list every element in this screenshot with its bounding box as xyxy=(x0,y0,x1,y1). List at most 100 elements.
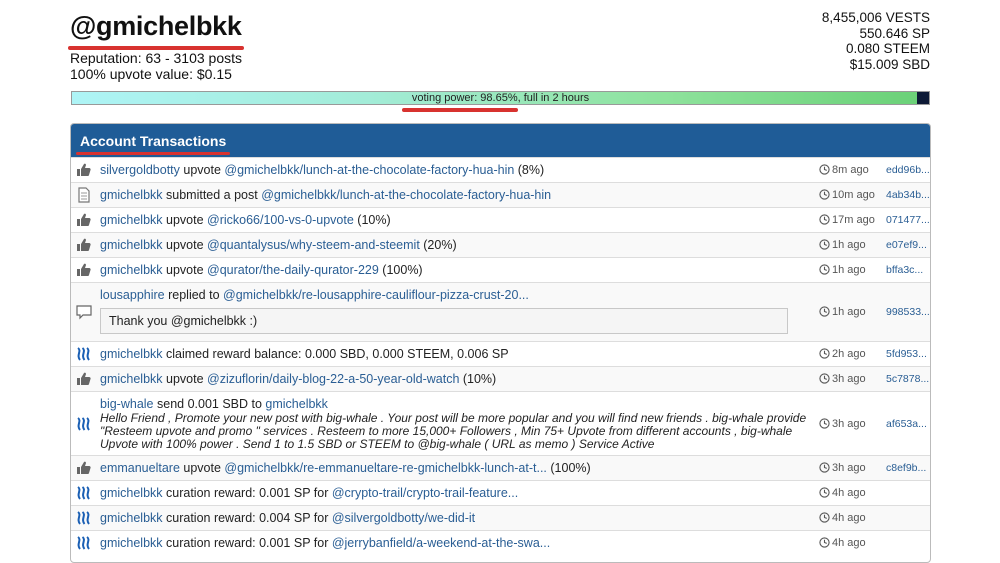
transaction-line: gmichelbkk upvote @zizuflorin/daily-blog… xyxy=(100,371,810,387)
timestamp: 4h ago xyxy=(819,485,866,503)
transaction-text: gmichelbkk claimed reward balance: 0.000… xyxy=(100,346,810,362)
transaction-line: gmichelbkk curation reward: 0.001 SP for… xyxy=(100,535,810,551)
thumbs-up-icon xyxy=(75,236,93,254)
actor-link[interactable]: gmichelbkk xyxy=(100,238,163,252)
transaction-text: gmichelbkk curation reward: 0.001 SP for… xyxy=(100,535,810,551)
tx-hash-link[interactable]: af653a... xyxy=(886,416,927,432)
action-text: submitted a post xyxy=(162,188,262,202)
tx-hash-link[interactable]: bffa3c... xyxy=(886,262,923,278)
reputation-text: Reputation: 63 - 3103 posts xyxy=(70,50,243,66)
transaction-text: gmichelbkk curation reward: 0.001 SP for… xyxy=(100,485,810,501)
reply-quote: Thank you @gmichelbkk :) xyxy=(100,308,788,334)
tx-hash-link[interactable]: 071477... xyxy=(886,212,930,228)
actor-link[interactable]: gmichelbkk xyxy=(100,511,163,525)
voting-power-highlight xyxy=(402,108,518,112)
target-link[interactable]: @jerrybanfield/a-weekend-at-the-swa... xyxy=(332,536,550,550)
transaction-list: silvergoldbotty upvote @gmichelbkk/lunch… xyxy=(71,157,930,555)
account-username[interactable]: @gmichelbkk xyxy=(68,10,244,50)
clock-icon xyxy=(819,306,830,322)
clock-icon xyxy=(819,462,830,478)
target-link[interactable]: gmichelbkk xyxy=(265,397,328,411)
transaction-row: gmichelbkk submitted a post @gmichelbkk/… xyxy=(71,182,930,207)
actor-link[interactable]: gmichelbkk xyxy=(100,213,163,227)
target-link[interactable]: @gmichelbkk/lunch-at-the-chocolate-facto… xyxy=(261,188,551,202)
actor-link[interactable]: gmichelbkk xyxy=(100,188,163,202)
actor-link[interactable]: gmichelbkk xyxy=(100,263,163,277)
voting-power-bar: voting power: 98.65%, full in 2 hours xyxy=(71,91,930,105)
tx-hash-link[interactable]: edd96b... xyxy=(886,162,930,178)
transaction-text: silvergoldbotty upvote @gmichelbkk/lunch… xyxy=(100,162,810,178)
target-link[interactable]: @crypto-trail/crypto-trail-feature... xyxy=(332,486,518,500)
transaction-row: gmichelbkk upvote @qurator/the-daily-qur… xyxy=(71,257,930,282)
clock-icon xyxy=(819,189,830,205)
transaction-text: gmichelbkk upvote @ricko66/100-vs-0-upvo… xyxy=(100,212,810,228)
target-link[interactable]: @gmichelbkk/re-lousapphire-cauliflour-pi… xyxy=(223,288,529,302)
action-text: upvote xyxy=(162,263,208,277)
transaction-row: silvergoldbotty upvote @gmichelbkk/lunch… xyxy=(71,157,930,182)
action-text: upvote xyxy=(162,213,208,227)
thumbs-up-icon xyxy=(75,370,93,388)
tx-hash-link[interactable]: 4ab34b... xyxy=(886,187,930,203)
actor-link[interactable]: silvergoldbotty xyxy=(100,163,180,177)
clock-icon xyxy=(819,537,830,553)
transfer-memo: Hello Friend , Promote your new post wit… xyxy=(100,411,807,451)
target-link[interactable]: @ricko66/100-vs-0-upvote xyxy=(207,213,354,227)
tx-hash-link[interactable]: 998533... xyxy=(886,304,930,320)
transaction-line: silvergoldbotty upvote @gmichelbkk/lunch… xyxy=(100,162,810,178)
target-link[interactable]: @quantalysus/why-steem-and-steemit xyxy=(207,238,420,252)
target-link[interactable]: @zizuflorin/daily-blog-22-a-50-year-old-… xyxy=(207,372,459,386)
timestamp: 3h ago xyxy=(819,460,866,478)
sp-value: 550.646 SP xyxy=(859,25,930,41)
timestamp-text: 1h ago xyxy=(832,264,866,276)
transaction-text: gmichelbkk upvote @qurator/the-daily-qur… xyxy=(100,262,810,278)
timestamp: 3h ago xyxy=(819,371,866,389)
timestamp: 10m ago xyxy=(819,187,875,205)
comment-icon xyxy=(75,303,93,321)
actor-link[interactable]: gmichelbkk xyxy=(100,347,163,361)
actor-link[interactable]: lousapphire xyxy=(100,288,165,302)
timestamp-text: 3h ago xyxy=(832,462,866,474)
timestamp-text: 1h ago xyxy=(832,239,866,251)
weight-text: (10%) xyxy=(459,372,497,386)
steem-icon xyxy=(75,534,93,552)
tx-hash-link[interactable]: e07ef9... xyxy=(886,237,927,253)
transaction-row: gmichelbkk curation reward: 0.004 SP for… xyxy=(71,505,930,530)
actor-link[interactable]: gmichelbkk xyxy=(100,486,163,500)
clock-icon xyxy=(819,373,830,389)
actor-link[interactable]: gmichelbkk xyxy=(100,372,163,386)
timestamp-text: 4h ago xyxy=(832,512,866,524)
tx-hash-link[interactable]: 5fd953... xyxy=(886,346,927,362)
thumbs-up-icon xyxy=(75,161,93,179)
actor-link[interactable]: gmichelbkk xyxy=(100,536,163,550)
transaction-row: gmichelbkk claimed reward balance: 0.000… xyxy=(71,341,930,366)
transaction-text: gmichelbkk submitted a post @gmichelbkk/… xyxy=(100,187,810,203)
timestamp: 17m ago xyxy=(819,212,875,230)
target-link[interactable]: @gmichelbkk/lunch-at-the-chocolate-facto… xyxy=(224,163,514,177)
timestamp: 4h ago xyxy=(819,510,866,528)
action-text: upvote xyxy=(162,372,208,386)
tx-hash-link[interactable]: c8ef9b... xyxy=(886,460,926,476)
actor-link[interactable]: big-whale xyxy=(100,397,154,411)
timestamp-text: 3h ago xyxy=(832,373,866,385)
target-link[interactable]: @qurator/the-daily-qurator-229 xyxy=(207,263,379,277)
panel-header: Account Transactions xyxy=(71,124,930,157)
tx-hash-link[interactable]: 5c7878... xyxy=(886,371,929,387)
steem-value: 0.080 STEEM xyxy=(845,41,930,56)
panel-title: Account Transactions xyxy=(75,133,231,155)
transaction-line: gmichelbkk upvote @qurator/the-daily-qur… xyxy=(100,262,810,278)
transaction-text: emmanueltare upvote @gmichelbkk/re-emman… xyxy=(100,460,810,476)
target-link[interactable]: @gmichelbkk/re-emmanueltare-re-gmichelbk… xyxy=(224,461,547,475)
timestamp: 4h ago xyxy=(819,535,866,553)
weight-text: (100%) xyxy=(546,461,591,475)
actor-link[interactable]: emmanueltare xyxy=(100,461,180,475)
transaction-line: gmichelbkk claimed reward balance: 0.000… xyxy=(100,346,810,362)
timestamp-text: 17m ago xyxy=(832,214,875,226)
thumbs-up-icon xyxy=(75,211,93,229)
action-text: curation reward: 0.001 SP for xyxy=(162,486,332,500)
transaction-text: gmichelbkk upvote @zizuflorin/daily-blog… xyxy=(100,371,810,387)
timestamp: 1h ago xyxy=(819,304,866,322)
transaction-row: gmichelbkk upvote @quantalysus/why-steem… xyxy=(71,232,930,257)
upvote-value-text: 100% upvote value: $0.15 xyxy=(70,66,232,82)
target-link[interactable]: @silvergoldbotty/we-did-it xyxy=(332,511,475,525)
sbd-value: $15.009 SBD xyxy=(849,56,930,72)
